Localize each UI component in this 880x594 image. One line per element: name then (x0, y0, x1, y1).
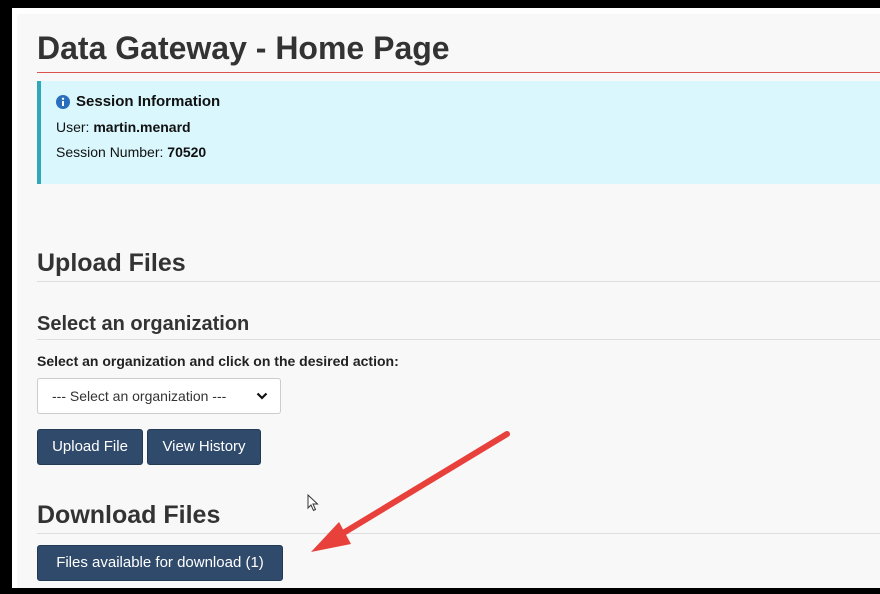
chevron-down-icon (256, 392, 268, 400)
screenshot-frame: Data Gateway - Home Page Session Informa… (0, 0, 880, 594)
session-info-title: Session Information (76, 93, 221, 110)
view-history-button[interactable]: View History (147, 429, 261, 465)
organization-divider (37, 339, 880, 340)
session-user-line: User: martin.menard (56, 119, 191, 135)
download-files-heading: Download Files (37, 501, 221, 529)
session-number-label: Session Number: (56, 144, 164, 160)
organization-prompt: Select an organization and click on the … (37, 353, 399, 369)
session-info-box: Session Information User: martin.menard … (37, 81, 880, 184)
mouse-pointer-icon (307, 494, 319, 512)
download-divider (37, 533, 880, 534)
home-page: Data Gateway - Home Page Session Informa… (17, 14, 880, 588)
upload-file-button[interactable]: Upload File (37, 429, 143, 465)
session-info-heading: Session Information (56, 93, 220, 110)
user-value: martin.menard (93, 119, 191, 135)
organization-select-value: --- Select an organization --- (52, 388, 227, 404)
files-available-button[interactable]: Files available for download (1) (37, 545, 283, 581)
title-divider (37, 72, 880, 73)
user-label: User: (56, 119, 90, 135)
page-title: Data Gateway - Home Page (37, 30, 450, 66)
session-number-line: Session Number: 70520 (56, 144, 206, 160)
session-number-value: 70520 (167, 144, 207, 160)
upload-files-heading: Upload Files (37, 249, 186, 277)
upload-divider (37, 281, 880, 282)
organization-select[interactable]: --- Select an organization --- (37, 378, 281, 414)
info-icon (56, 94, 70, 109)
select-organization-heading: Select an organization (37, 313, 250, 335)
